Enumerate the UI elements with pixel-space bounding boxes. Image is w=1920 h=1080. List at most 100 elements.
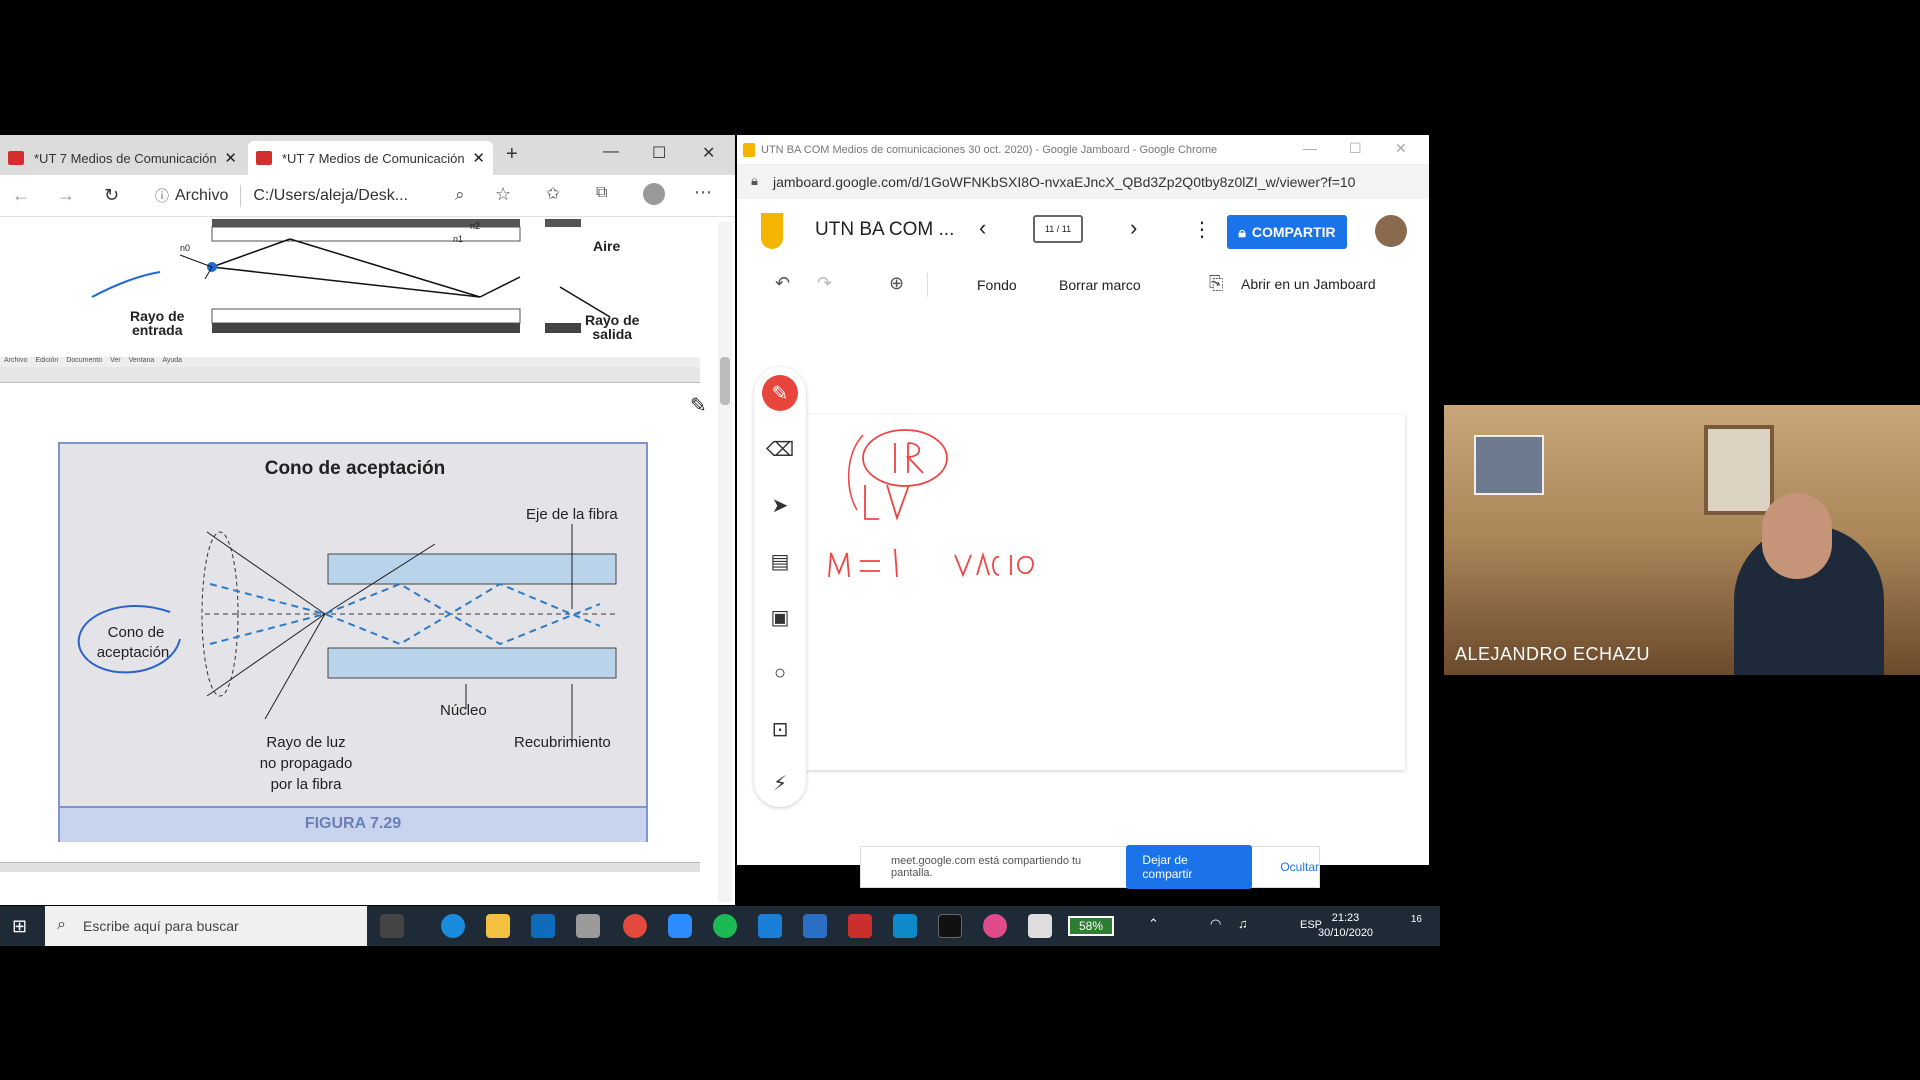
app-icon[interactable] (576, 914, 600, 938)
menu-item[interactable]: Archivo (4, 357, 27, 367)
tab-pdf-1[interactable]: *UT 7 Medios de Comunicación ✕ (0, 141, 245, 175)
share-label: COMPARTIR (1251, 224, 1336, 240)
jam-canvas[interactable] (805, 415, 1405, 770)
select-icon[interactable]: ➤ (762, 487, 798, 523)
menu-item[interactable]: Ayuda (162, 357, 182, 367)
maximize-button[interactable]: ☐ (652, 143, 666, 163)
handwriting (828, 429, 1034, 578)
terminal-icon[interactable] (938, 914, 962, 938)
filezilla-icon[interactable] (848, 914, 872, 938)
menu-item[interactable]: Edición (35, 357, 58, 367)
spotify-icon[interactable] (713, 914, 737, 938)
image-icon[interactable]: ▣ (762, 599, 798, 635)
label-rayo-1: Rayo de luz (266, 734, 346, 751)
app-l-icon[interactable] (758, 914, 782, 938)
profile-avatar[interactable] (643, 183, 665, 205)
label-aire: Aire (593, 238, 621, 254)
refresh-icon[interactable]: ↻ (104, 185, 119, 206)
address-field[interactable]: ⓘ Archivo C:/Users/aleja/Desk... (155, 181, 455, 211)
edge-window: *UT 7 Medios de Comunicación ✕ *UT 7 Med… (0, 135, 735, 905)
taskbar-search[interactable]: ⌕ Escribe aquí para buscar (45, 906, 367, 946)
more-options-icon[interactable]: ⋯ (694, 182, 712, 203)
lock-icon: 🔒︎ (751, 173, 758, 188)
app-icon[interactable] (983, 914, 1007, 938)
label-recubrimiento: Recubrimiento (514, 734, 611, 751)
zoom-icon[interactable]: ⌕ (455, 185, 465, 205)
notification-icon[interactable]: 16 (1400, 914, 1422, 936)
eraser-icon[interactable]: ⌫ (762, 431, 798, 467)
minimize-button[interactable]: — (603, 143, 619, 161)
next-frame-icon[interactable]: › (1130, 215, 1137, 241)
jam-title[interactable]: UTN BA COM ... (815, 219, 954, 241)
back-icon[interactable]: ← (12, 185, 30, 206)
favorite-star-icon[interactable]: ☆ (495, 184, 511, 205)
redo-icon[interactable]: ↷ (817, 273, 832, 294)
pdf-scrollbar[interactable] (718, 222, 732, 902)
close-window-button[interactable]: ✕ (702, 143, 715, 163)
tab-pdf-2[interactable]: *UT 7 Medios de Comunicación ✕ (248, 141, 493, 175)
open-jamboard-button[interactable]: Abrir en un Jamboard (1241, 276, 1376, 292)
clock[interactable]: 21:23 30/10/2020 (1318, 911, 1373, 941)
chevron-up-icon[interactable]: ⌃ (1148, 916, 1159, 932)
outlook-icon[interactable] (531, 914, 555, 938)
edge-icon[interactable] (441, 914, 465, 938)
file-explorer-icon[interactable] (486, 914, 510, 938)
menu-item[interactable]: Ventana (129, 357, 155, 367)
tab-label: *UT 7 Medios de Comunicación (34, 150, 217, 166)
stop-sharing-button[interactable]: Dejar de compartir (1126, 845, 1253, 889)
avatar[interactable] (1375, 215, 1407, 247)
frame-counter[interactable]: 11 / 11 (1033, 215, 1083, 243)
wifi-icon[interactable]: ◠ (1210, 916, 1221, 932)
volume-icon[interactable]: ♫ (1238, 916, 1248, 931)
windows-start-icon[interactable]: ⊞ (12, 916, 27, 937)
shape-icon[interactable]: ○ (762, 655, 798, 691)
tab-label: *UT 7 Medios de Comunicación (282, 150, 465, 166)
chrome-icon[interactable] (623, 914, 647, 938)
close-icon[interactable]: ✕ (472, 149, 485, 167)
label-rayo-entrada: Rayo de entrada (130, 308, 185, 338)
figure-caption: FIGURA 7.29 (60, 806, 646, 842)
label-nucleo: Núcleo (440, 702, 487, 719)
edge-address-bar: ← → ↻ ⓘ Archivo C:/Users/aleja/Desk... ⌕… (0, 175, 735, 217)
scroll-thumb[interactable] (720, 357, 730, 405)
hide-button[interactable]: Ocultar (1280, 860, 1319, 874)
clear-frame-button[interactable]: Borrar marco (1059, 277, 1141, 293)
pencil-icon[interactable]: ✎ (690, 393, 707, 418)
task-view-icon[interactable] (380, 914, 404, 938)
fondo-button[interactable]: Fondo (977, 277, 1017, 293)
text-box-icon[interactable]: ⊡ (762, 711, 798, 747)
close-icon[interactable]: ✕ (224, 149, 237, 167)
more-options-icon[interactable]: ⋮ (1192, 217, 1212, 242)
laser-icon[interactable]: ⚡ (762, 765, 798, 801)
app-icon[interactable] (1028, 914, 1052, 938)
prev-frame-icon[interactable]: ‹ (979, 215, 986, 241)
zoom-icon[interactable]: ⊕ (889, 273, 904, 294)
embedded-menu: Archivo Edición Documento Ver Ventana Ay… (0, 357, 700, 367)
favorites-list-icon[interactable]: ✩ (546, 184, 560, 204)
label-eje-fibra: Eje de la fibra (526, 506, 618, 523)
share-button[interactable]: 🔒︎ COMPARTIR (1227, 215, 1347, 249)
participant-name: ALEJANDRO ECHAZU (1455, 644, 1651, 664)
divider (240, 185, 242, 207)
app-icon[interactable] (893, 914, 917, 938)
zoom-app-icon[interactable] (668, 914, 692, 938)
embedded-toolbar (0, 367, 700, 383)
menu-item[interactable]: Ver (110, 357, 121, 367)
forward-icon[interactable]: → (57, 185, 75, 206)
sticky-note-icon[interactable]: ▤ (762, 543, 798, 579)
url-field[interactable]: jamboard.google.com/d/1GoWFNKbSXI8O-nvxa… (737, 165, 1429, 199)
menu-item[interactable]: Documento (66, 357, 102, 367)
pen-icon[interactable]: ✎ (762, 375, 798, 411)
battery-indicator[interactable]: 58% (1068, 916, 1114, 936)
new-tab-button[interactable]: + (506, 143, 518, 166)
mail-icon[interactable] (803, 914, 827, 938)
close-window-button[interactable]: ✕ (1395, 140, 1407, 157)
label-rayo-2: no propagado (259, 755, 353, 772)
minimize-button[interactable]: — (1303, 140, 1317, 156)
edge-tab-strip: *UT 7 Medios de Comunicación ✕ *UT 7 Med… (0, 135, 735, 175)
undo-icon[interactable]: ↶ (775, 273, 790, 294)
collections-icon[interactable]: ⧉ (596, 184, 607, 202)
lock-icon: 🔒︎ (1238, 223, 1246, 240)
jamboard-header: UTN BA COM ... ‹ 11 / 11 › ⋮ 🔒︎ COMPARTIR (737, 199, 1429, 261)
maximize-button[interactable]: ☐ (1349, 140, 1362, 157)
